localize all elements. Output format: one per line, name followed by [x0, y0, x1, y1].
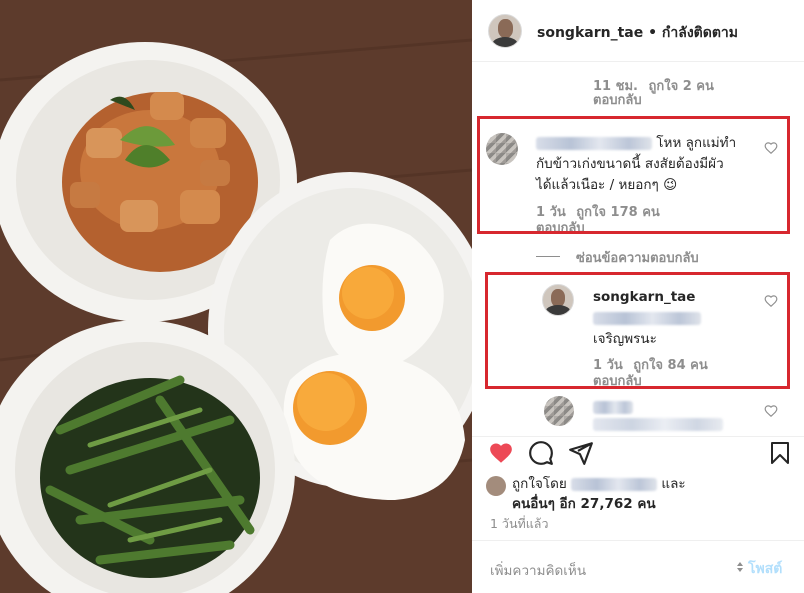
reply-button[interactable]: ตอบกลับ [593, 89, 642, 110]
liker-avatar[interactable] [486, 476, 506, 496]
add-comment-bar: เพิ่มความคิดเห็น โพสต์ [472, 540, 804, 593]
comment-icon[interactable] [528, 440, 554, 466]
liked-by-prefix: ถูกใจโดย [512, 476, 567, 492]
liked-by-summary: ถูกใจโดย และ คนอื่นๆ อีก 27,762 คน [486, 474, 796, 514]
post-side-panel: songkarn_tae • กำลังติดตาม 11 ชม. ถูกใจ … [472, 0, 804, 593]
header-text: songkarn_tae • กำลังติดตาม [537, 22, 738, 44]
share-icon[interactable] [568, 440, 594, 466]
header-separator: • [648, 25, 658, 41]
comment-likes[interactable]: ถูกใจ 2 คน [648, 79, 713, 94]
hide-replies-label: ซ่อนข้อความตอบกลับ [576, 251, 699, 266]
comment-input[interactable]: เพิ่มความคิดเห็น [490, 559, 586, 581]
blurred-username[interactable] [593, 401, 633, 414]
likes-count-link[interactable]: คนอื่นๆ อีก 27,762 คน [512, 496, 656, 512]
blurred-comment-text [593, 418, 723, 431]
hide-replies-toggle[interactable]: ซ่อนข้อความตอบกลับ [536, 247, 796, 266]
divider-line [536, 256, 560, 257]
author-avatar[interactable] [488, 14, 522, 48]
highlight-box-reply [485, 272, 790, 389]
post-header: songkarn_tae • กำลังติดตาม [472, 0, 804, 62]
liked-by-and: และ [661, 476, 686, 492]
highlight-box-comment [477, 116, 790, 234]
post-time[interactable]: 1 วันที่แล้ว [490, 514, 548, 534]
commenter-avatar[interactable] [544, 396, 574, 426]
follow-status[interactable]: กำลังติดตาม [662, 25, 738, 41]
arrow-updown-icon [737, 562, 743, 572]
action-bar [472, 436, 804, 476]
post-photo[interactable] [0, 0, 472, 593]
heart-filled-icon[interactable] [488, 440, 514, 466]
liked-by-text: ถูกใจโดย และ คนอื่นๆ อีก 27,762 คน [486, 474, 796, 514]
post-comment-button[interactable]: โพสต์ [748, 558, 782, 580]
food-photo-illustration [0, 0, 472, 593]
author-username[interactable]: songkarn_tae [537, 25, 643, 41]
bookmark-icon[interactable] [768, 440, 792, 466]
heart-outline-icon[interactable] [764, 404, 778, 418]
blurred-liker-name[interactable] [571, 477, 658, 491]
